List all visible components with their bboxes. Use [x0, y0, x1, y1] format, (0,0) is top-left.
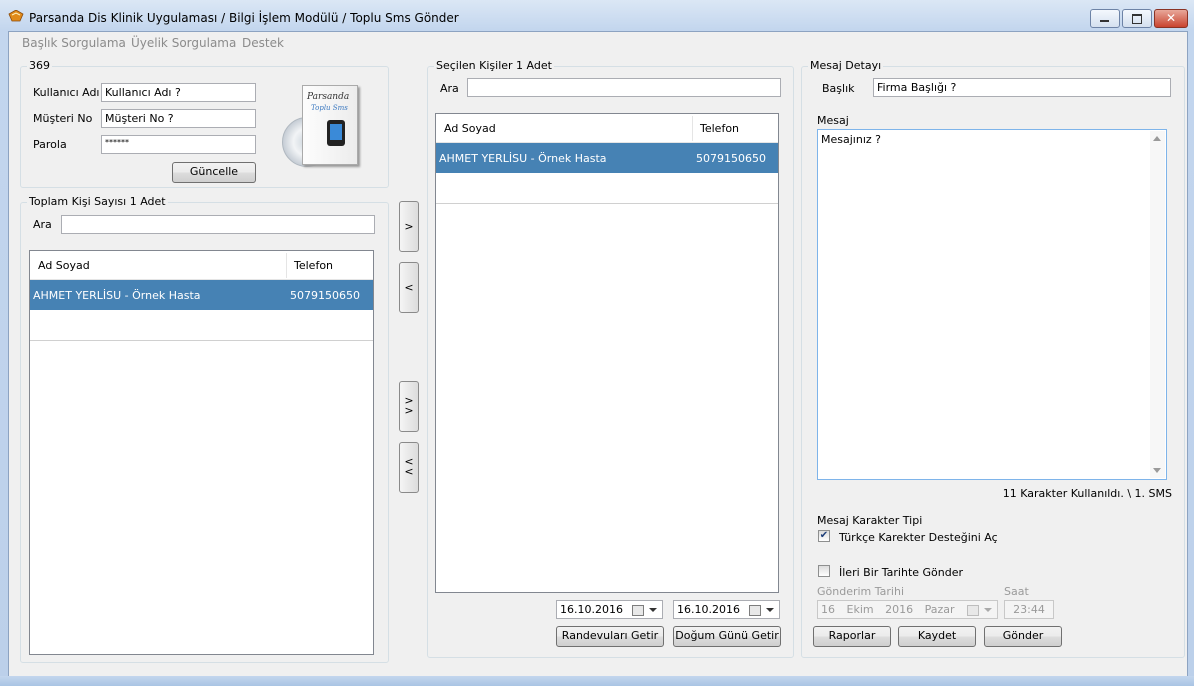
send-date-picker[interactable]: 16 Ekim 2016 Pazar — [817, 600, 998, 619]
time-label: Saat — [1004, 585, 1029, 598]
date-to-picker[interactable]: 16.10.2016 — [673, 600, 780, 619]
calendar-icon — [632, 605, 644, 616]
message-scrollbar[interactable] — [1150, 131, 1165, 478]
minimize-button[interactable] — [1090, 9, 1120, 28]
get-appointments-button[interactable]: Randevuları Getir — [556, 626, 664, 647]
selected-people-group-title: Seçilen Kişiler 1 Adet — [434, 59, 554, 72]
minimize-icon — [1100, 20, 1109, 22]
message-textarea[interactable]: Mesajınız ? — [817, 129, 1167, 480]
selected-people-list[interactable]: Ad Soyad Telefon AHMET YERLİSU - Örnek H… — [435, 113, 779, 593]
row-name: AHMET YERLİSU - Örnek Hasta — [439, 152, 607, 165]
box-icon: Parsanda Toplu Sms — [302, 85, 358, 165]
scroll-up-icon[interactable] — [1153, 136, 1161, 141]
send-date-month: Ekim — [846, 603, 874, 616]
title-bar: Parsanda Dis Klinik Uygulaması / Bilgi İ… — [0, 0, 1194, 32]
schedule-label[interactable]: İleri Bir Tarihte Gönder — [839, 566, 963, 579]
checkmark-icon: ✔ — [819, 530, 829, 541]
remove-one-button[interactable]: < — [399, 262, 419, 313]
selected-list-header: Ad Soyad Telefon — [436, 114, 778, 143]
maximize-button[interactable] — [1122, 9, 1152, 28]
customer-no-input[interactable]: Müşteri No ? — [101, 109, 256, 128]
message-group-title: Mesaj Detayı — [808, 59, 884, 72]
menu-title-query[interactable]: Başlık Sorgulama — [22, 36, 126, 50]
username-label: Kullanıcı Adı — [33, 86, 100, 99]
product-logo: Parsanda Toplu Sms — [278, 83, 360, 169]
all-people-list[interactable]: Ad Soyad Telefon AHMET YERLİSU - Örnek H… — [29, 250, 374, 655]
column-phone-header[interactable]: Telefon — [294, 259, 333, 272]
add-all-button[interactable]: > > — [399, 381, 419, 432]
table-row[interactable]: AHMET YERLİSU - Örnek Hasta 5079150650 — [30, 280, 373, 310]
menu-support[interactable]: Destek — [242, 36, 284, 50]
calendar-icon — [749, 605, 761, 616]
char-type-label: Mesaj Karakter Tipi — [817, 514, 923, 527]
window-bottom-border — [0, 676, 1194, 686]
all-people-group: Toplam Kişi Sayısı 1 Adet Ara Ad Soyad T… — [20, 195, 389, 663]
username-input[interactable]: Kullanıcı Adı ? — [101, 83, 256, 102]
send-date-label: Gönderim Tarihi — [817, 585, 905, 598]
phone-icon — [327, 120, 345, 146]
all-people-list-header: Ad Soyad Telefon — [30, 251, 373, 280]
date-to-value: 16.10.2016 — [677, 603, 740, 616]
chevron-down-icon — [649, 608, 657, 612]
menu-membership-query[interactable]: Üyelik Sorgulama — [131, 36, 236, 50]
add-one-button[interactable]: > — [399, 201, 419, 252]
close-icon: ✕ — [1165, 11, 1177, 25]
subject-label: Başlık — [822, 82, 855, 95]
message-text: Mesajınız ? — [821, 133, 881, 146]
save-button[interactable]: Kaydet — [898, 626, 976, 647]
app-icon — [8, 10, 24, 22]
send-date-year: 2016 — [885, 603, 914, 616]
get-birthdays-button[interactable]: Doğum Günü Getir — [673, 626, 781, 647]
customer-no-label: Müşteri No — [33, 112, 93, 125]
remove-all-button[interactable]: < < — [399, 442, 419, 493]
row-phone: 5079150650 — [696, 152, 766, 165]
char-count-status: 11 Karakter Kullanıldı. \ 1. SMS — [1002, 487, 1172, 500]
selected-search-input[interactable] — [467, 78, 781, 97]
main-form: Başlık Sorgulama Üyelik Sorgulama Destek… — [8, 31, 1188, 678]
app-window: Parsanda Dis Klinik Uygulaması / Bilgi İ… — [0, 0, 1194, 686]
turkish-support-label[interactable]: Türkçe Karekter Desteğini Aç — [839, 531, 998, 544]
chevron-down-icon — [766, 608, 774, 612]
logo-text-2: Toplu Sms — [311, 104, 348, 112]
window-title: Parsanda Dis Klinik Uygulaması / Bilgi İ… — [29, 11, 459, 25]
column-name-header[interactable]: Ad Soyad — [444, 122, 496, 135]
selected-people-group: Seçilen Kişiler 1 Adet Ara Ad Soyad Tele… — [427, 59, 794, 658]
time-input[interactable]: 23:44 — [1004, 600, 1054, 619]
chevron-down-icon — [984, 608, 992, 612]
update-button[interactable]: Güncelle — [172, 162, 256, 183]
password-label: Parola — [33, 138, 67, 151]
column-name-header[interactable]: Ad Soyad — [38, 259, 90, 272]
logo-text-1: Parsanda — [307, 92, 350, 102]
message-detail-group: Mesaj Detayı Başlık Firma Başlığı ? Mesa… — [801, 59, 1185, 658]
close-button[interactable]: ✕ — [1154, 9, 1188, 28]
password-input[interactable]: ****** — [101, 135, 256, 154]
date-from-value: 16.10.2016 — [560, 603, 623, 616]
send-button[interactable]: Gönder — [984, 626, 1062, 647]
subject-input[interactable]: Firma Başlığı ? — [873, 78, 1171, 97]
selected-search-label: Ara — [440, 82, 459, 95]
turkish-support-checkbox[interactable]: ✔ — [818, 530, 830, 542]
calendar-icon — [967, 605, 979, 616]
table-row[interactable]: AHMET YERLİSU - Örnek Hasta 5079150650 — [436, 143, 778, 173]
row-phone: 5079150650 — [290, 289, 360, 302]
message-label: Mesaj — [817, 114, 849, 127]
maximize-icon — [1132, 14, 1142, 24]
schedule-checkbox[interactable] — [818, 565, 830, 577]
account-group: 369 Kullanıcı Adı Kullanıcı Adı ? Müşter… — [20, 59, 389, 188]
send-date-weekday: Pazar — [924, 603, 955, 616]
send-date-day: 16 — [821, 603, 835, 616]
all-people-search-label: Ara — [33, 218, 52, 231]
date-from-picker[interactable]: 16.10.2016 — [556, 600, 663, 619]
account-group-title: 369 — [27, 59, 52, 72]
all-people-search-input[interactable] — [61, 215, 375, 234]
row-name: AHMET YERLİSU - Örnek Hasta — [33, 289, 201, 302]
column-phone-header[interactable]: Telefon — [700, 122, 739, 135]
scroll-down-icon[interactable] — [1153, 468, 1161, 473]
all-people-group-title: Toplam Kişi Sayısı 1 Adet — [27, 195, 168, 208]
reports-button[interactable]: Raporlar — [813, 626, 891, 647]
menu-bar: Başlık Sorgulama Üyelik Sorgulama Destek — [9, 32, 1187, 54]
